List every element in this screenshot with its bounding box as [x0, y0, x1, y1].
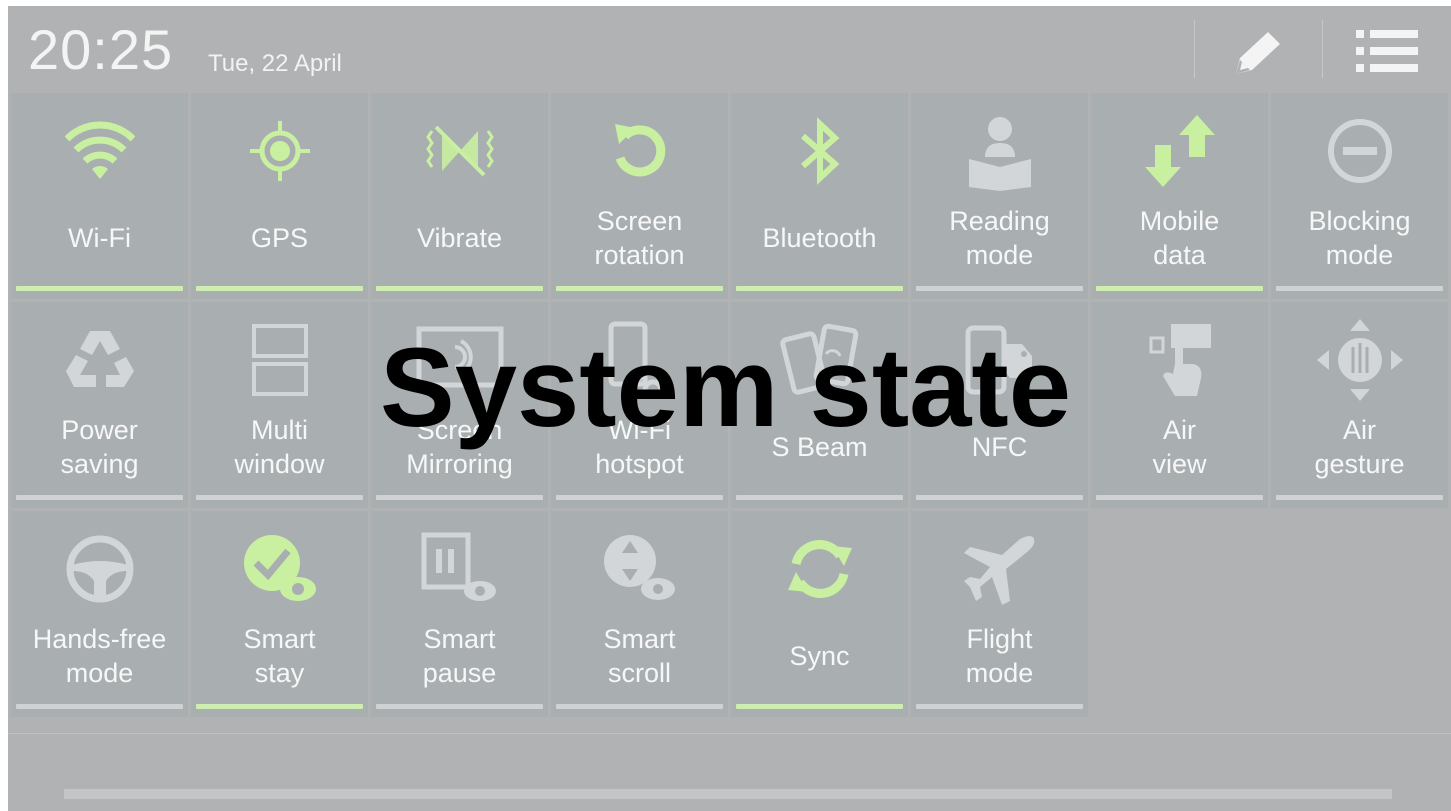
toggle-label: Power saving	[60, 415, 139, 479]
quick-toggle-s-beam[interactable]: S Beam	[731, 302, 908, 508]
rotation-icon	[551, 115, 728, 187]
toggle-indicator-off	[376, 495, 543, 500]
quick-settings-panel: 20:25 Tue, 22 April Wi-Fi GPS Vibrate Scree…	[8, 6, 1451, 811]
quick-toggle-smart-stay[interactable]: Smart stay	[191, 511, 368, 717]
air-view-icon	[1091, 324, 1268, 396]
toggle-indicator-off	[736, 495, 903, 500]
divider	[1194, 20, 1195, 78]
quick-toggle-vibrate[interactable]: Vibrate	[371, 93, 548, 299]
toggle-indicator-on	[196, 286, 363, 291]
screen-mirroring-icon	[371, 324, 548, 396]
smart-stay-icon	[191, 533, 368, 605]
quick-toggle-steering-wheel[interactable]: Hands-free mode	[11, 511, 188, 717]
sync-icon	[731, 533, 908, 605]
nfc-icon	[911, 324, 1088, 396]
quick-toggle-airplane[interactable]: Flight mode	[911, 511, 1088, 717]
quick-toggle-gps[interactable]: GPS	[191, 93, 368, 299]
quick-toggle-screen-mirroring[interactable]: Screen Mirroring	[371, 302, 548, 508]
status-header: 20:25 Tue, 22 April	[8, 6, 1451, 92]
s-beam-icon	[731, 323, 908, 396]
quick-toggle-smart-scroll[interactable]: Smart scroll	[551, 511, 728, 717]
toggle-label: Sync	[789, 641, 850, 671]
toggle-indicator-off	[1276, 286, 1443, 291]
steering-wheel-icon	[11, 533, 188, 605]
toggle-label: NFC	[971, 432, 1028, 462]
toggle-label: Reading mode	[949, 206, 1050, 270]
quick-toggle-sync[interactable]: Sync	[731, 511, 908, 717]
toggle-indicator-off	[916, 495, 1083, 500]
recycle-icon	[11, 324, 188, 396]
air-gesture-icon	[1271, 319, 1448, 401]
quick-toggle-smart-pause[interactable]: Smart pause	[371, 511, 548, 717]
quick-toggle-hotspot[interactable]: Wi-Fi hotspot	[551, 302, 728, 508]
quick-toggle-rotation[interactable]: Screen rotation	[551, 93, 728, 299]
toggle-label: Mobile data	[1139, 206, 1220, 270]
toggle-label: Air view	[1152, 415, 1207, 479]
toggle-indicator-off	[556, 704, 723, 709]
toggle-label: Wi-Fi	[68, 223, 131, 253]
toggle-label: Vibrate	[416, 223, 503, 253]
clock-time: 20:25	[28, 18, 174, 81]
quick-toggle-multi-window[interactable]: Multi window	[191, 302, 368, 508]
wifi-icon	[11, 115, 188, 187]
toggle-indicator-on	[16, 286, 183, 291]
quick-toggle-reading[interactable]: Reading mode	[911, 93, 1088, 299]
hotspot-icon	[551, 321, 728, 396]
toggle-indicator-on	[736, 704, 903, 709]
vibrate-icon	[371, 115, 548, 187]
pencil-icon[interactable]	[1222, 26, 1292, 76]
quick-toggle-recycle[interactable]: Power saving	[11, 302, 188, 508]
toggle-label: Hands-free mode	[32, 624, 167, 688]
list-menu-icon[interactable]	[1350, 26, 1420, 76]
mobile-data-icon	[1091, 115, 1268, 187]
toggle-label: GPS	[250, 223, 309, 253]
toggle-indicator-off	[916, 704, 1083, 709]
quick-toggle-nfc[interactable]: NFC	[911, 302, 1088, 508]
smart-pause-icon	[371, 532, 548, 605]
divider	[1322, 20, 1323, 78]
toggle-label: Bluetooth	[762, 223, 877, 253]
panel-scroll-handle[interactable]	[64, 789, 1392, 799]
toggle-indicator-off	[376, 704, 543, 709]
toggle-indicator-on	[556, 286, 723, 291]
toggle-indicator-off	[556, 495, 723, 500]
quick-toggle-blocking[interactable]: Blocking mode	[1271, 93, 1448, 299]
quick-toggle-mobile-data[interactable]: Mobile data	[1091, 93, 1268, 299]
airplane-icon	[911, 533, 1088, 605]
divider	[8, 733, 1451, 734]
toggle-label: S Beam	[771, 432, 868, 462]
toggle-label: Air gesture	[1314, 415, 1405, 479]
toggle-label: Multi window	[234, 415, 325, 479]
toggle-label: Smart scroll	[603, 624, 676, 688]
smart-scroll-icon	[551, 533, 728, 605]
quick-toggle-air-view[interactable]: Air view	[1091, 302, 1268, 508]
toggle-label: Wi-Fi hotspot	[595, 415, 684, 479]
gps-icon	[191, 115, 368, 187]
toggle-label: Screen Mirroring	[406, 415, 513, 479]
reading-icon	[911, 115, 1088, 191]
toggle-indicator-off	[1276, 495, 1443, 500]
date-label: Tue, 22 April	[208, 50, 342, 77]
toggle-indicator-on	[1096, 286, 1263, 291]
toggle-indicator-off	[16, 495, 183, 500]
toggle-indicator-on	[196, 704, 363, 709]
bluetooth-icon	[731, 115, 908, 187]
multi-window-icon	[191, 324, 368, 396]
toggle-indicator-off	[1096, 495, 1263, 500]
quick-toggle-wifi[interactable]: Wi-Fi	[11, 93, 188, 299]
toggle-label: Smart stay	[243, 624, 316, 688]
toggle-indicator-off	[196, 495, 363, 500]
toggle-indicator-off	[16, 704, 183, 709]
toggle-label: Flight mode	[965, 624, 1034, 688]
blocking-icon	[1271, 115, 1448, 187]
toggle-indicator-off	[916, 286, 1083, 291]
toggle-label: Blocking mode	[1308, 206, 1411, 270]
quick-toggle-bluetooth[interactable]: Bluetooth	[731, 93, 908, 299]
quick-toggle-air-gesture[interactable]: Air gesture	[1271, 302, 1448, 508]
toggle-indicator-on	[376, 286, 543, 291]
toggle-indicator-on	[736, 286, 903, 291]
toggle-label: Smart pause	[422, 624, 497, 688]
toggle-label: Screen rotation	[594, 206, 685, 270]
